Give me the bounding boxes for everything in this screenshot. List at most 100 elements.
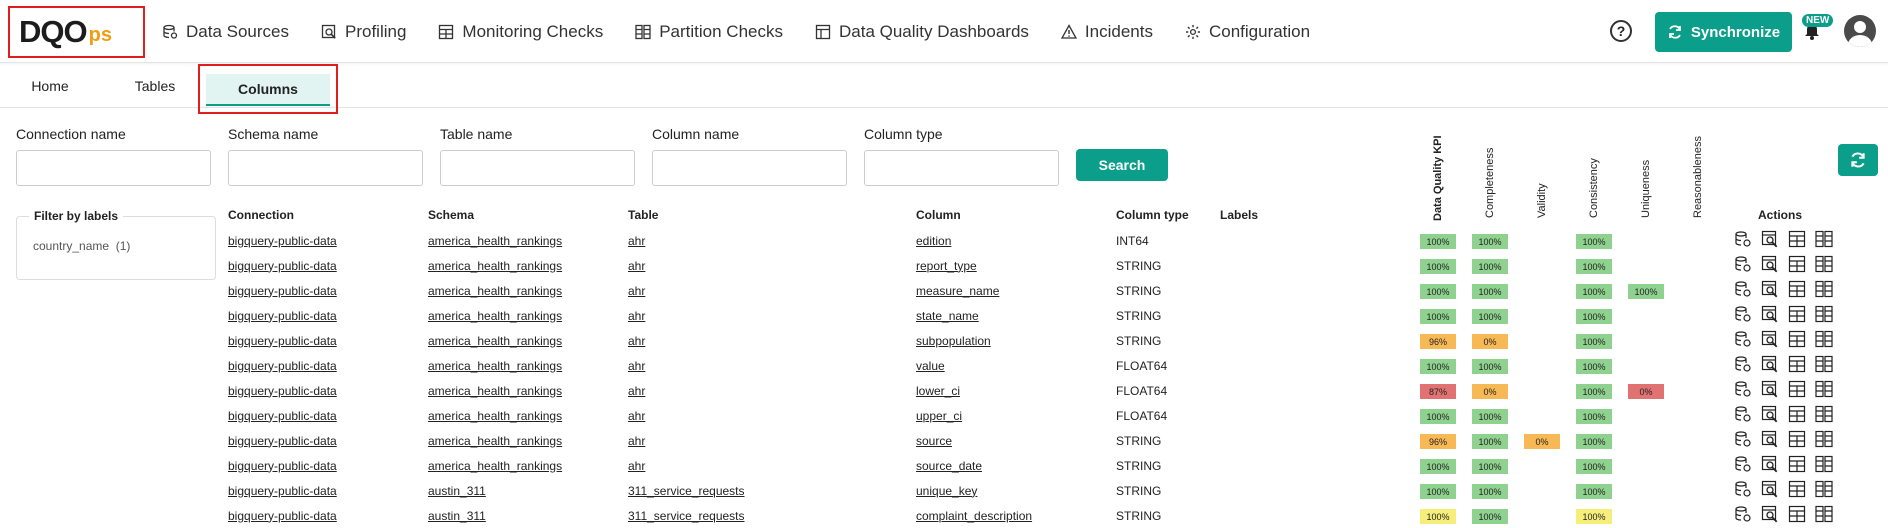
column-link[interactable]: lower_ci [916,378,960,403]
consistency-badge[interactable]: 100% [1576,434,1612,449]
partition-action-icon[interactable] [1815,505,1833,523]
schema-link[interactable]: america_health_rankings [428,428,562,453]
data-source-icon[interactable] [1734,330,1752,348]
completeness-badge[interactable]: 100% [1472,284,1508,299]
monitoring-action-icon[interactable] [1788,305,1806,323]
consistency-badge[interactable]: 100% [1576,384,1612,399]
data-source-icon[interactable] [1734,455,1752,473]
profiling-action-icon[interactable] [1761,330,1779,348]
consistency-badge[interactable]: 100% [1576,484,1612,499]
kpi-badge[interactable]: 100% [1420,409,1456,424]
kpi-badge[interactable]: 100% [1420,484,1456,499]
consistency-badge[interactable]: 100% [1576,409,1612,424]
table-link[interactable]: ahr [628,328,645,353]
completeness-badge[interactable]: 0% [1472,334,1508,349]
synchronize-button[interactable]: Synchronize [1655,12,1792,52]
table-link[interactable]: ahr [628,403,645,428]
schema-link[interactable]: america_health_rankings [428,353,562,378]
profiling-action-icon[interactable] [1761,255,1779,273]
kpi-badge[interactable]: 100% [1420,309,1456,324]
schema-link[interactable]: america_health_rankings [428,253,562,278]
table-input[interactable] [440,150,635,186]
partition-action-icon[interactable] [1815,230,1833,248]
connection-link[interactable]: bigquery-public-data [228,328,337,353]
refresh-button[interactable] [1838,144,1878,176]
column-link[interactable]: state_name [916,303,979,328]
connection-link[interactable]: bigquery-public-data [228,278,337,303]
monitoring-action-icon[interactable] [1788,405,1806,423]
partition-action-icon[interactable] [1815,255,1833,273]
consistency-badge[interactable]: 100% [1576,234,1612,249]
nav-data-sources[interactable]: Data Sources [162,22,289,42]
schema-link[interactable]: america_health_rankings [428,328,562,353]
monitoring-action-icon[interactable] [1788,455,1806,473]
profiling-action-icon[interactable] [1761,480,1779,498]
connection-link[interactable]: bigquery-public-data [228,428,337,453]
uniqueness-badge[interactable]: 100% [1628,284,1664,299]
schema-input[interactable] [228,150,423,186]
partition-action-icon[interactable] [1815,280,1833,298]
schema-link[interactable]: america_health_rankings [428,278,562,303]
data-source-icon[interactable] [1734,480,1752,498]
schema-link[interactable]: america_health_rankings [428,403,562,428]
table-link[interactable]: ahr [628,453,645,478]
tab-tables[interactable]: Tables [130,72,180,100]
connection-link[interactable]: bigquery-public-data [228,453,337,478]
monitoring-action-icon[interactable] [1788,505,1806,523]
column-link[interactable]: upper_ci [916,403,962,428]
schema-link[interactable]: america_health_rankings [428,228,562,253]
data-source-icon[interactable] [1734,255,1752,273]
consistency-badge[interactable]: 100% [1576,359,1612,374]
table-link[interactable]: ahr [628,303,645,328]
profiling-action-icon[interactable] [1761,230,1779,248]
monitoring-action-icon[interactable] [1788,230,1806,248]
table-link[interactable]: 311_service_requests [628,478,745,503]
consistency-badge[interactable]: 100% [1576,259,1612,274]
tab-columns[interactable]: Columns [206,74,330,106]
completeness-badge[interactable]: 100% [1472,259,1508,274]
monitoring-action-icon[interactable] [1788,480,1806,498]
data-source-icon[interactable] [1734,380,1752,398]
column-link[interactable]: unique_key [916,478,977,503]
connection-link[interactable]: bigquery-public-data [228,353,337,378]
completeness-badge[interactable]: 100% [1472,484,1508,499]
nav-partition-checks[interactable]: Partition Checks [635,22,783,42]
monitoring-action-icon[interactable] [1788,430,1806,448]
kpi-badge[interactable]: 87% [1420,384,1456,399]
nav-incidents[interactable]: Incidents [1060,22,1153,42]
completeness-badge[interactable]: 100% [1472,309,1508,324]
connection-link[interactable]: bigquery-public-data [228,503,337,528]
connection-link[interactable]: bigquery-public-data [228,378,337,403]
connection-link[interactable]: bigquery-public-data [228,403,337,428]
column-link[interactable]: complaint_description [916,503,1032,528]
kpi-badge[interactable]: 100% [1420,234,1456,249]
profiling-action-icon[interactable] [1761,305,1779,323]
table-link[interactable]: ahr [628,228,645,253]
uniqueness-badge[interactable]: 0% [1628,384,1664,399]
monitoring-action-icon[interactable] [1788,330,1806,348]
data-source-icon[interactable] [1734,505,1752,523]
column-link[interactable]: subpopulation [916,328,991,353]
table-link[interactable]: 311_service_requests [628,503,745,528]
completeness-badge[interactable]: 100% [1472,434,1508,449]
partition-action-icon[interactable] [1815,305,1833,323]
help-icon[interactable]: ? [1610,20,1632,42]
completeness-badge[interactable]: 100% [1472,459,1508,474]
consistency-badge[interactable]: 100% [1576,509,1612,524]
profiling-action-icon[interactable] [1761,380,1779,398]
partition-action-icon[interactable] [1815,405,1833,423]
tab-home[interactable]: Home [30,72,70,100]
kpi-badge[interactable]: 100% [1420,359,1456,374]
profiling-action-icon[interactable] [1761,280,1779,298]
column-link[interactable]: report_type [916,253,977,278]
kpi-badge[interactable]: 100% [1420,284,1456,299]
table-link[interactable]: ahr [628,278,645,303]
partition-action-icon[interactable] [1815,380,1833,398]
profiling-action-icon[interactable] [1761,405,1779,423]
connection-link[interactable]: bigquery-public-data [228,228,337,253]
profiling-action-icon[interactable] [1761,505,1779,523]
kpi-badge[interactable]: 100% [1420,459,1456,474]
schema-link[interactable]: austin_311 [428,503,486,528]
dqops-logo[interactable]: DQO ps [8,6,145,58]
consistency-badge[interactable]: 100% [1576,309,1612,324]
